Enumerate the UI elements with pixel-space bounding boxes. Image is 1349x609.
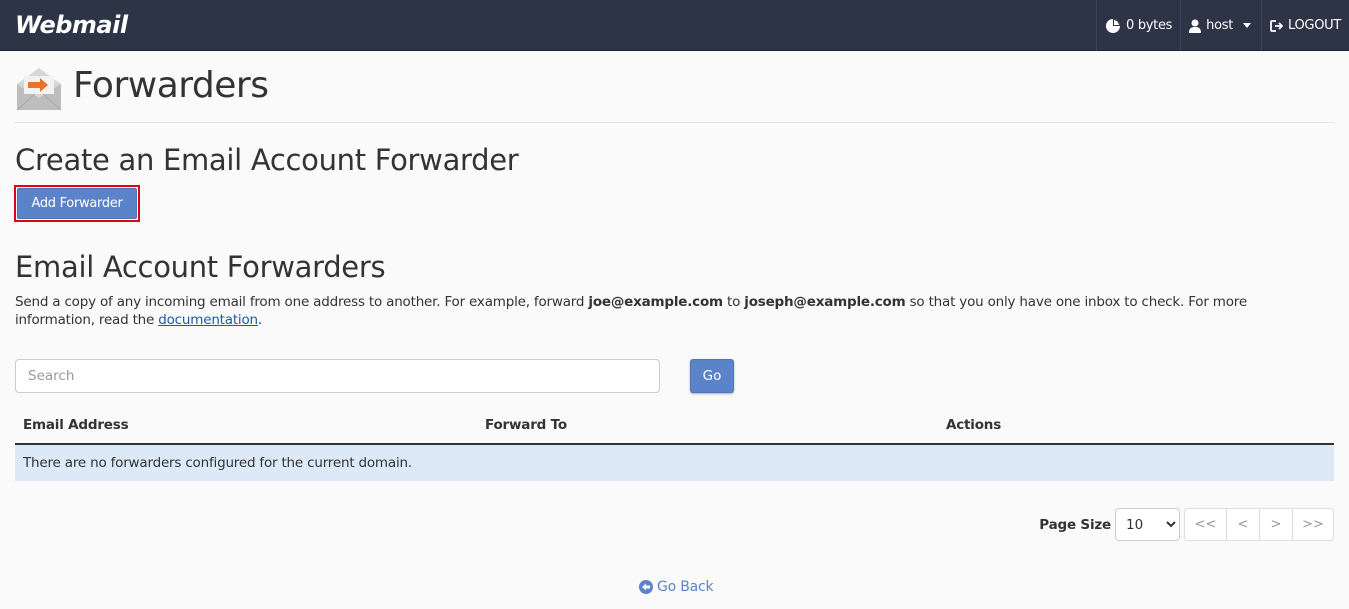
column-forward-to[interactable]: Forward To xyxy=(485,417,567,433)
create-forwarder-heading: Create an Email Account Forwarder xyxy=(15,143,519,177)
top-nav: 0 bytes host LOGOUT xyxy=(1096,0,1349,51)
search-input[interactable] xyxy=(15,359,660,393)
column-actions: Actions xyxy=(946,417,1002,433)
title-divider xyxy=(15,122,1334,123)
column-email-address[interactable]: Email Address xyxy=(23,417,129,433)
envelope-forward-icon xyxy=(16,68,62,111)
forwarders-list-heading: Email Account Forwarders xyxy=(15,250,386,284)
arrow-circle-left-icon xyxy=(639,580,653,594)
forwarders-description: Send a copy of any incoming email from o… xyxy=(15,293,1315,329)
desc-text-2: to xyxy=(722,294,745,310)
page-title: Forwarders xyxy=(73,65,269,106)
pagination: Page Size 10 << < > >> xyxy=(1039,508,1334,541)
table-header: Email Address Forward To Actions xyxy=(15,408,1334,445)
first-page-button[interactable]: << xyxy=(1185,509,1226,540)
page-size-select[interactable]: 10 xyxy=(1115,508,1180,541)
pie-chart-icon xyxy=(1106,18,1121,33)
user-menu[interactable]: host xyxy=(1180,0,1261,51)
logout-icon xyxy=(1270,19,1284,32)
empty-table-row: There are no forwarders configured for t… xyxy=(15,445,1334,481)
documentation-link[interactable]: documentation xyxy=(158,312,258,328)
go-back-link[interactable]: Go Back xyxy=(639,579,714,595)
last-page-button[interactable]: >> xyxy=(1292,509,1333,540)
desc-text-1: Send a copy of any incoming email from o… xyxy=(15,294,589,310)
disk-usage-text: 0 bytes xyxy=(1126,18,1173,33)
empty-message: There are no forwarders configured for t… xyxy=(23,455,412,471)
page-size-label: Page Size xyxy=(1039,516,1111,533)
example-email-from: joe@example.com xyxy=(588,294,723,310)
logout-link[interactable]: LOGOUT xyxy=(1261,0,1349,51)
example-email-to: joseph@example.com xyxy=(744,294,906,310)
disk-usage-item[interactable]: 0 bytes xyxy=(1096,0,1180,51)
top-navbar: Webmail 0 bytes host LOGOUT xyxy=(0,0,1349,51)
user-icon xyxy=(1189,19,1202,33)
prev-page-button[interactable]: < xyxy=(1226,509,1259,540)
next-page-button[interactable]: > xyxy=(1259,509,1292,540)
desc-text-4: . xyxy=(257,312,262,328)
caret-down-icon xyxy=(1243,23,1252,28)
add-forwarder-highlight: Add Forwarder xyxy=(14,185,140,222)
pager-buttons: << < > >> xyxy=(1184,508,1334,541)
logout-label: LOGOUT xyxy=(1288,18,1341,33)
go-back-label: Go Back xyxy=(657,579,714,595)
webmail-logo[interactable]: Webmail xyxy=(15,11,128,39)
forwarders-table: Email Address Forward To Actions There a… xyxy=(15,408,1334,481)
user-name: host xyxy=(1206,18,1234,33)
search-go-button[interactable]: Go xyxy=(690,359,734,393)
add-forwarder-button[interactable]: Add Forwarder xyxy=(17,188,137,219)
